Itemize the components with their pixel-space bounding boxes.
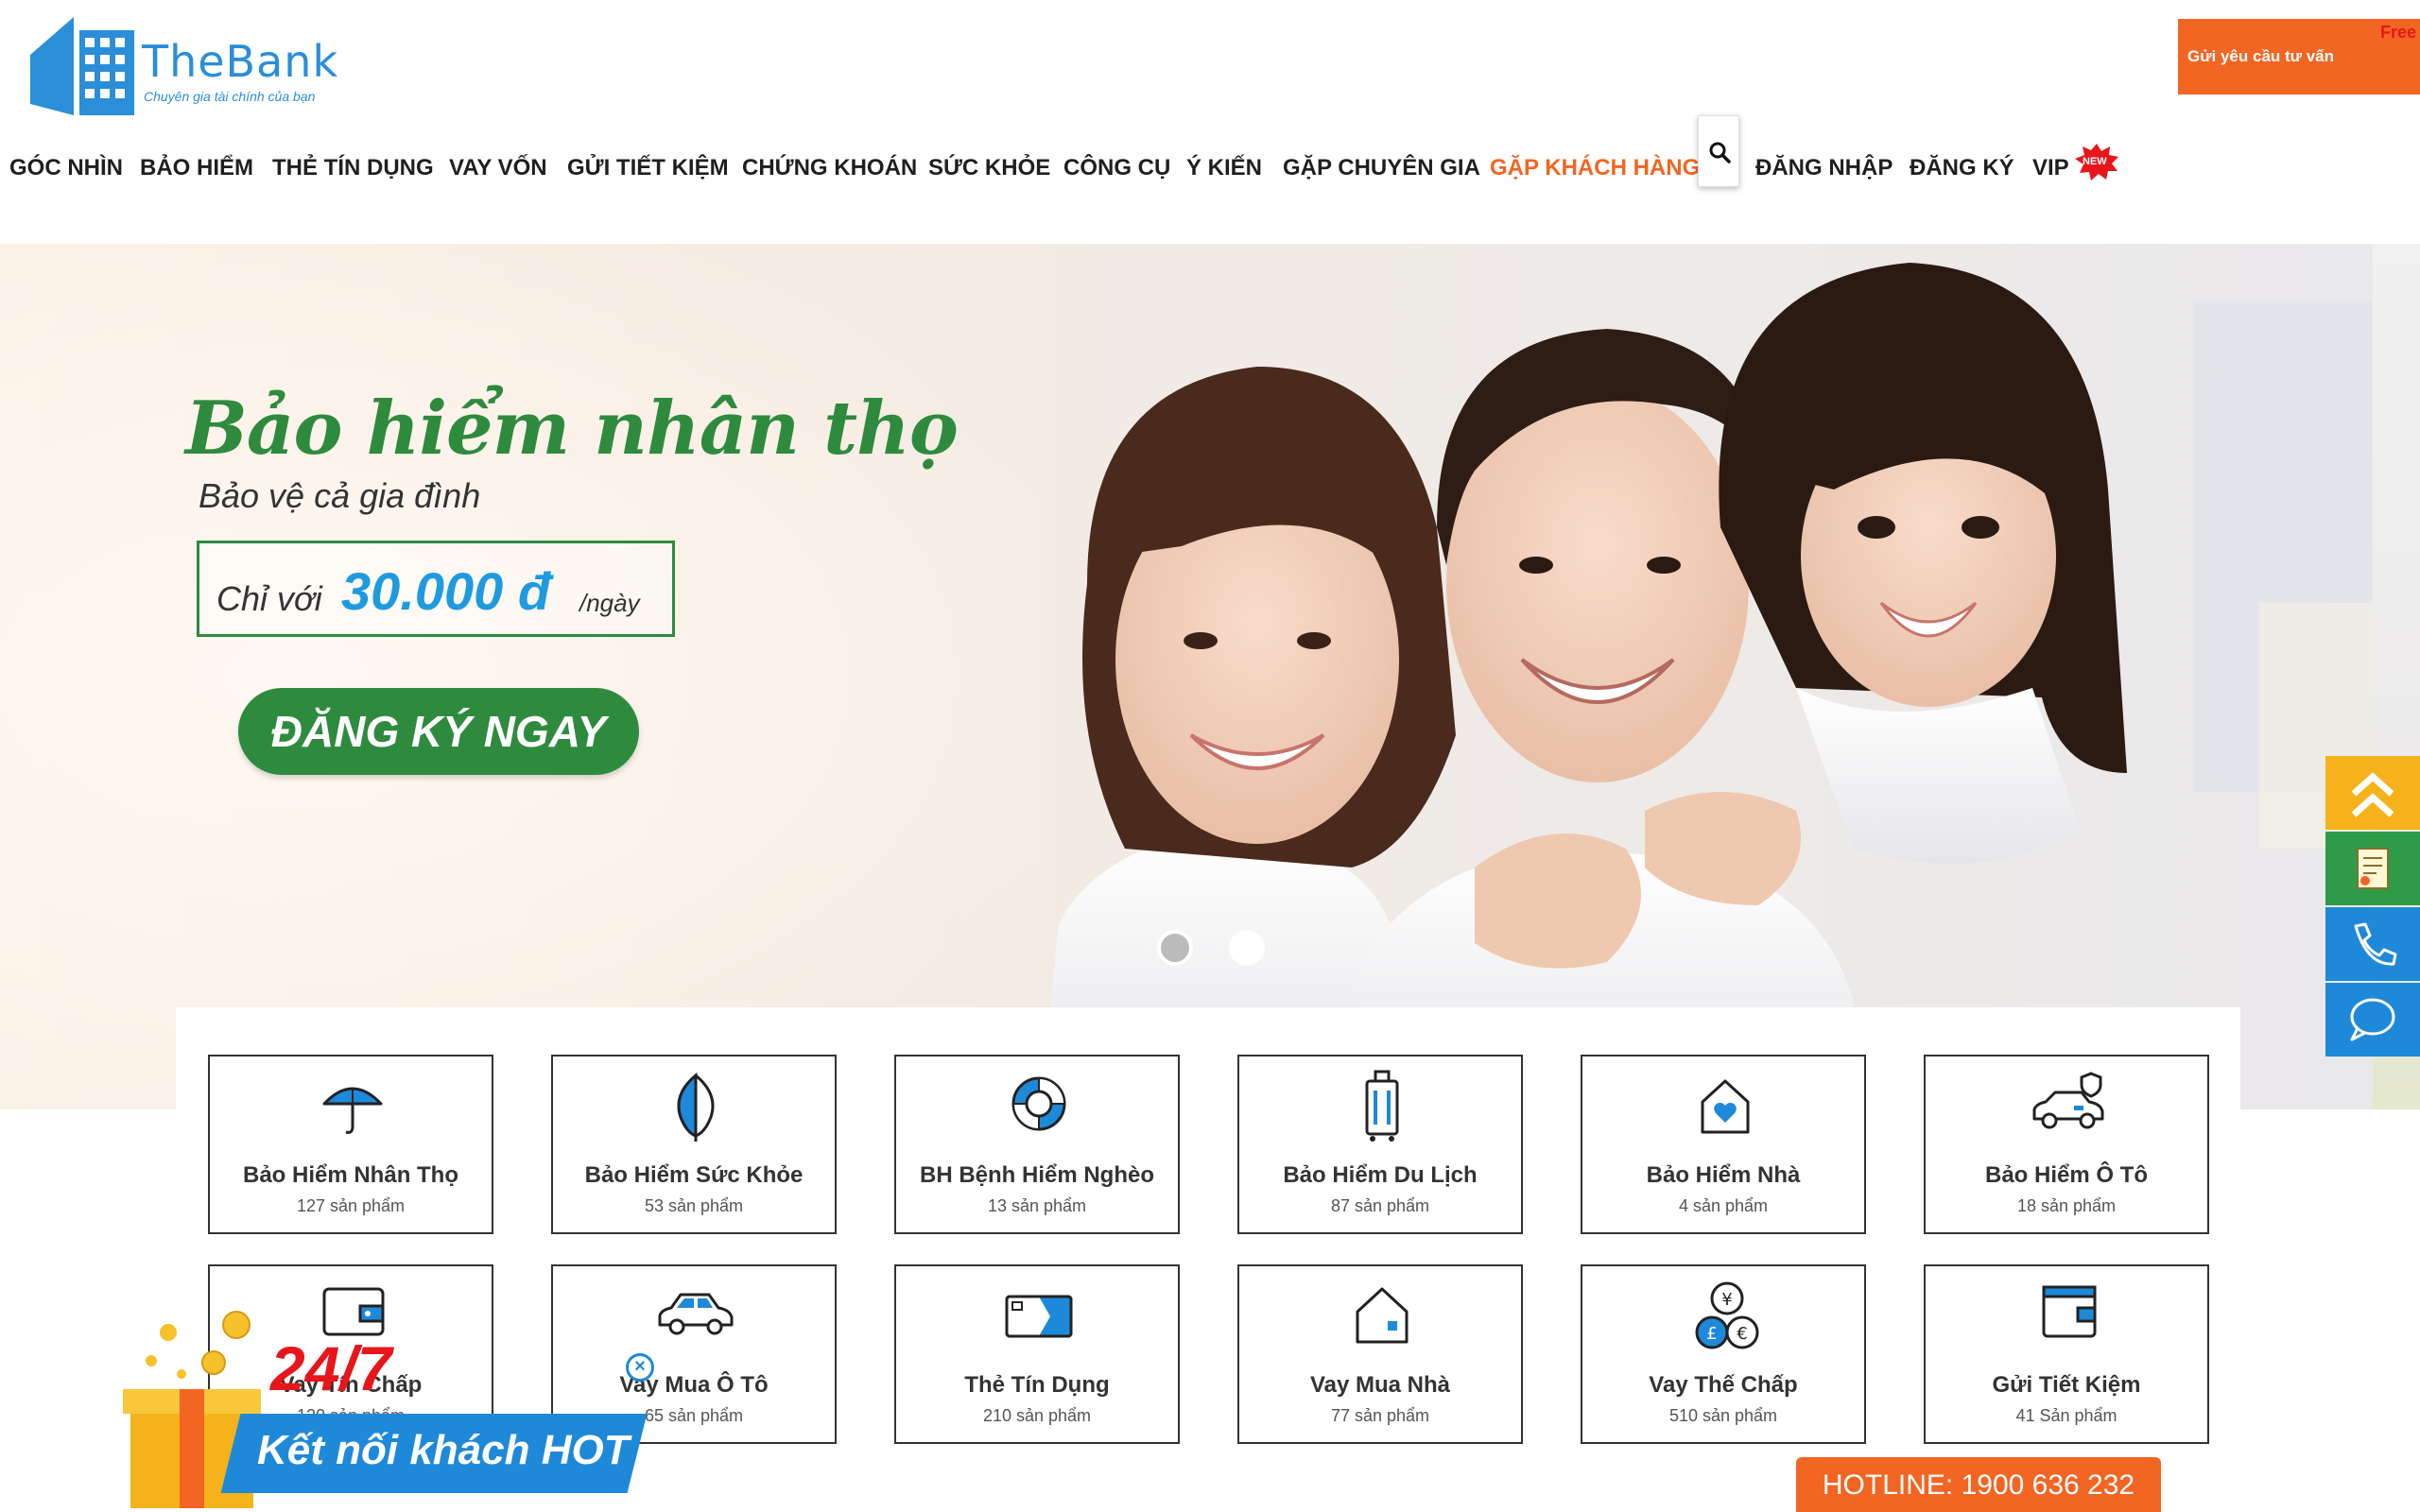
nav-item-vip[interactable]: VIP (2032, 155, 2069, 181)
nav-item-suc-khoe[interactable]: SỨC KHỎE (928, 155, 1050, 181)
hero-headline: Bảo hiểm nhân thọ (185, 386, 959, 472)
category-card-the-tin-dung[interactable]: Thẻ Tín Dụng 210 sản phẩm (894, 1264, 1180, 1444)
leaf-icon (677, 1072, 715, 1142)
nav-item-bao-hiem[interactable]: BẢO HIỂM (140, 155, 253, 181)
slide-dot-2[interactable] (1229, 930, 1265, 966)
category-title: Bảo Hiểm Nhân Thọ (242, 1162, 458, 1188)
chat-button[interactable] (2325, 983, 2420, 1057)
category-count: 77 sản phẩm (1330, 1406, 1430, 1425)
category-count: 210 sản phẩm (982, 1406, 1092, 1425)
svg-text:£: £ (1706, 1324, 1717, 1344)
new-badge-label: NEW (2083, 156, 2107, 167)
price-unit: /ngày (579, 589, 640, 617)
document-icon (2357, 848, 2389, 889)
promo-close-button[interactable]: × (626, 1353, 654, 1382)
free-badge: Free (2379, 23, 2416, 42)
car-icon (658, 1293, 734, 1335)
luggage-icon (1365, 1070, 1399, 1142)
lifebuoy-icon (1011, 1076, 1066, 1131)
hero-banner[interactable]: Bảo hiểm nhân thọ Bảo vệ cả gia đình Chỉ… (0, 244, 2373, 1109)
document-button[interactable] (2325, 832, 2420, 905)
price-prefix: Chỉ với (216, 579, 322, 618)
promo-text: Kết nối khách HOT (257, 1427, 630, 1473)
price-amount: 30.000 đ (341, 561, 551, 621)
category-title: Bảo Hiểm Ô Tô (1984, 1162, 2149, 1188)
category-count: 13 sản phẩm (987, 1196, 1087, 1215)
category-title: Gửi Tiết Kiệm (1992, 1372, 2141, 1398)
scroll-top-button[interactable] (2325, 756, 2420, 830)
nav-item-gap-khach-hang[interactable]: GẶP KHÁCH HÀNG (1490, 155, 1700, 181)
category-count: 18 sản phẩm (2016, 1196, 2117, 1215)
credit-card-icon (1005, 1295, 1073, 1338)
phone-icon (2354, 922, 2397, 966)
logo-text: TheBank (142, 36, 339, 87)
nav-item-chung-khoan[interactable]: CHỨNG KHOÁN (742, 155, 917, 181)
nav-item-cong-cu[interactable]: CÔNG CỤ (1063, 155, 1170, 181)
category-count: 87 sản phẩm (1330, 1196, 1430, 1215)
currency-coins-icon: ¥ £ € (1695, 1281, 1759, 1349)
nav-item-gap-chuyen-gia[interactable]: GẶP CHUYÊN GIA (1283, 155, 1480, 181)
building-logo-icon (30, 17, 134, 115)
search-button[interactable] (1698, 115, 1739, 187)
logo[interactable]: TheBank Chuyên gia tài chính của bạn (30, 17, 337, 121)
nav-item-y-kien[interactable]: Ý KIẾN (1186, 155, 1262, 181)
category-card-bao-hiem-du-lich[interactable]: Bảo Hiểm Du Lịch 87 sản phẩm (1237, 1055, 1523, 1234)
chat-icon (2350, 998, 2395, 1041)
category-title: Bảo Hiểm Du Lịch (1283, 1162, 1478, 1188)
category-card-bao-hiem-nhan-tho[interactable]: Bảo Hiểm Nhân Thọ 127 sản phẩm (208, 1055, 493, 1234)
register-now-button[interactable]: ĐĂNG KÝ NGAY (238, 688, 639, 775)
house-icon (1356, 1287, 1409, 1344)
hotline-button[interactable]: HOTLINE: 1900 636 232 (1796, 1457, 2161, 1512)
category-title: Vay Thế Chấp (1649, 1372, 1798, 1398)
category-card-bao-hiem-nha[interactable]: Bảo Hiểm Nhà 4 sản phẩm (1581, 1055, 1866, 1234)
category-card-vay-mua-nha[interactable]: Vay Mua Nhà 77 sản phẩm (1237, 1264, 1523, 1444)
category-title: Bảo Hiểm Sức Khỏe (584, 1162, 804, 1188)
nav-item-gui-tiet-kiem[interactable]: GỬI TIẾT KIỆM (567, 155, 729, 181)
category-title: Bảo Hiểm Nhà (1646, 1162, 1801, 1188)
car-shield-icon (2032, 1072, 2104, 1129)
category-title: Thẻ Tín Dụng (964, 1372, 1110, 1398)
price-box: Chỉ với 30.000 đ /ngày (197, 541, 675, 637)
category-title: BH Bệnh Hiểm Nghèo (919, 1162, 1154, 1188)
nav-item-goc-nhin[interactable]: GÓC NHÌN (9, 155, 123, 181)
category-card-gui-tiet-kiem[interactable]: Gửi Tiết Kiệm 41 Sản phẩm (1924, 1264, 2209, 1444)
logo-tagline: Chuyên gia tài chính của bạn (144, 89, 316, 104)
hero-glow (0, 244, 1040, 1109)
category-count: 53 sản phẩm (644, 1196, 744, 1215)
hero-subline: Bảo vệ cả gia đình (199, 476, 481, 515)
category-title: Vay Mua Nhà (1309, 1372, 1451, 1398)
family-photo (1040, 263, 2373, 1109)
category-count: 4 sản phẩm (1678, 1196, 1769, 1215)
slide-dot-1[interactable] (1157, 930, 1193, 966)
nav-item-dang-nhap[interactable]: ĐĂNG NHẬP (1755, 155, 1893, 181)
scroll-top-icon (2351, 772, 2394, 817)
category-card-bao-hiem-o-to[interactable]: Bảo Hiểm Ô Tô 18 sản phẩm (1924, 1055, 2209, 1234)
category-count: 127 sản phẩm (296, 1196, 406, 1215)
consult-request-button[interactable]: Gửi yêu cầu tư vấn Free (2178, 19, 2420, 94)
main-nav: GÓC NHÌN BẢO HIỂM THẺ TÍN DỤNG VAY VỐN G… (0, 142, 2174, 195)
savings-wallet-icon (2042, 1285, 2097, 1338)
promo-24-7: 24/7 (270, 1333, 392, 1403)
category-card-bao-hiem-suc-khoe[interactable]: Bảo Hiểm Sức Khỏe 53 sản phẩm (551, 1055, 837, 1234)
nav-item-the-tin-dung[interactable]: THẺ TÍN DỤNG (272, 155, 434, 181)
phone-button[interactable] (2325, 907, 2420, 981)
new-badge: NEW (2074, 144, 2119, 181)
nav-item-vay-von[interactable]: VAY VỐN (449, 155, 547, 181)
umbrella-icon (322, 1087, 383, 1134)
house-heart-icon (1701, 1079, 1750, 1134)
category-count: 510 sản phẩm (1668, 1406, 1778, 1425)
category-card-vay-the-chap[interactable]: ¥ £ € Vay Thế Chấp 510 sản phẩm (1581, 1264, 1866, 1444)
svg-text:¥: ¥ (1721, 1290, 1732, 1310)
category-card-bh-benh-hiem-ngheo[interactable]: BH Bệnh Hiểm Nghèo 13 sản phẩm (894, 1055, 1180, 1234)
hot-customer-promo[interactable]: 24/7 Kết nối khách HOT (123, 1308, 652, 1512)
search-icon (1709, 142, 1731, 163)
consult-request-label: Gửi yêu cầu tư vấn (2187, 47, 2335, 65)
nav-item-dang-ky[interactable]: ĐĂNG KÝ (1910, 155, 2014, 181)
svg-text:€: € (1737, 1324, 1747, 1344)
category-count: 41 Sản phẩm (2015, 1406, 2118, 1425)
